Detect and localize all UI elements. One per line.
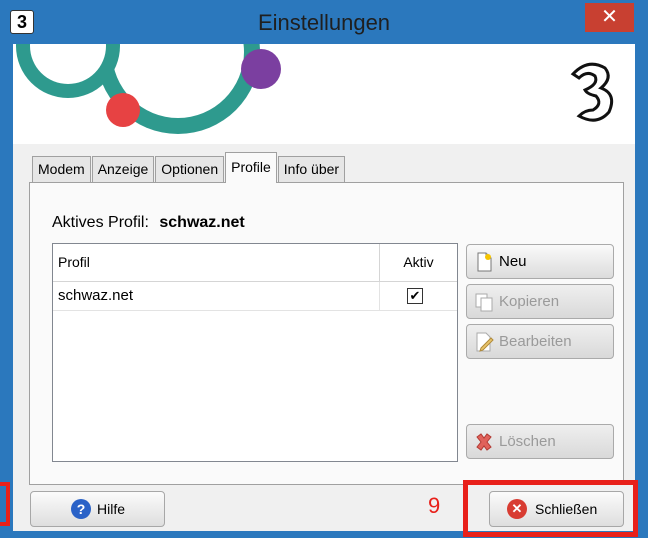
tab-strip: Modem Anzeige Optionen Profile Info über	[32, 152, 346, 183]
edit-button-label: Bearbeiten	[499, 333, 572, 350]
column-header-profil[interactable]: Profil	[58, 254, 90, 270]
annotation-left-marker	[0, 482, 10, 526]
help-icon: ?	[71, 499, 91, 519]
copy-button[interactable]: Kopieren	[466, 284, 614, 319]
red-dot-shape	[106, 93, 140, 127]
help-button-label: Hilfe	[97, 501, 126, 517]
active-profile-row: Aktives Profil: schwaz.net	[52, 214, 245, 232]
delete-icon	[476, 432, 492, 451]
new-button[interactable]: Neu	[466, 244, 614, 279]
tab-profile[interactable]: Profile	[225, 152, 277, 183]
edit-icon	[476, 332, 494, 352]
tab-modem[interactable]: Modem	[32, 156, 91, 182]
annotation-number: 9	[428, 493, 441, 518]
new-button-label: Neu	[499, 253, 527, 270]
banner-graphic	[13, 44, 635, 144]
cell-divider	[379, 282, 380, 310]
settings-window: 3 Einstellungen ✕ Modem Anzeige Optionen…	[0, 0, 648, 538]
help-button[interactable]: ? Hilfe	[30, 491, 165, 527]
tab-info[interactable]: Info über	[277, 156, 346, 182]
column-header-aktiv[interactable]: Aktiv	[380, 254, 457, 270]
cell-profile-name: schwaz.net	[58, 287, 134, 304]
purple-dot-shape	[241, 49, 281, 89]
profile-table[interactable]: Profil Aktiv schwaz.net ✔	[52, 243, 458, 462]
new-file-icon	[477, 252, 492, 271]
window-title: Einstellungen	[257, 10, 391, 35]
delete-button-label: Löschen	[499, 433, 556, 450]
active-profile-value: schwaz.net	[159, 214, 245, 231]
table-header: Profil Aktiv	[53, 244, 457, 282]
window-close-button[interactable]: ✕	[585, 3, 634, 32]
edit-button[interactable]: Bearbeiten	[466, 324, 614, 359]
copy-icon	[475, 293, 493, 311]
copy-button-label: Kopieren	[499, 293, 560, 310]
tab-anzeige[interactable]: Anzeige	[91, 156, 155, 182]
annotation-highlight-box	[463, 480, 638, 537]
title-bar: 3 Einstellungen ✕	[0, 0, 648, 44]
client-area: Modem Anzeige Optionen Profile Info über…	[13, 44, 635, 531]
tab-optionen[interactable]: Optionen	[155, 156, 225, 182]
table-row[interactable]: schwaz.net ✔	[53, 282, 457, 311]
delete-button[interactable]: Löschen	[466, 424, 614, 459]
active-profile-label: Aktives Profil:	[52, 214, 149, 231]
active-checkbox[interactable]: ✔	[407, 288, 423, 304]
